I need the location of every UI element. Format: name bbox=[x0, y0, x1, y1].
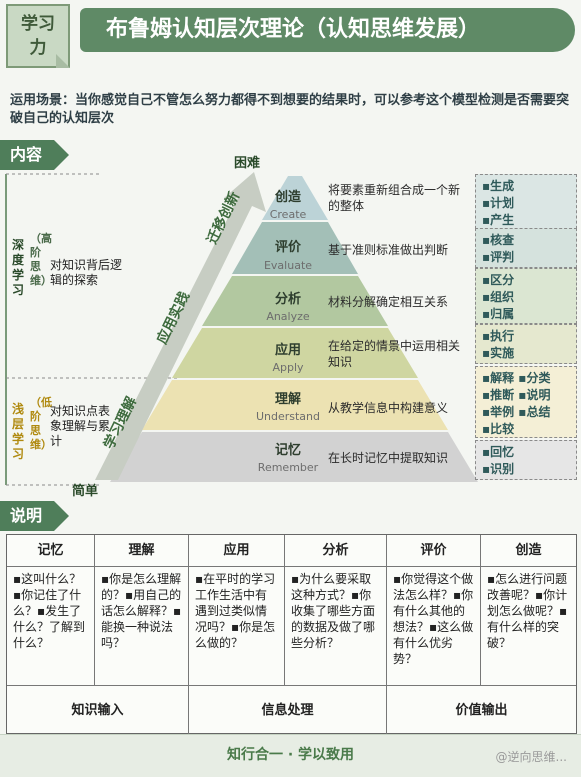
column-header: 理解 bbox=[95, 535, 188, 567]
intro-text: 运用场景：当你感觉自己不管怎么努力都得不到想要的结果时，可以参考这个模型检测是否… bbox=[10, 93, 570, 126]
column-body: ▪为什么要采取这种方式？▪你收集了哪些方面的数据及做了哪些分析？ bbox=[291, 572, 376, 650]
level-desc-analyze: 材料分解确定相互关系 bbox=[328, 295, 449, 309]
level-name-analyze: 分析 bbox=[274, 292, 301, 307]
verb: ▪实施 bbox=[482, 346, 515, 360]
level-name-evaluate: 评价 bbox=[274, 240, 301, 255]
level-desc-apply: 在给定的情景中运用相关知识 bbox=[328, 339, 461, 369]
column-body: ▪你是怎么理解的？▪用自己的话怎么解释？▪能换一种说法吗？ bbox=[101, 572, 182, 650]
verb: ▪回忆 bbox=[482, 445, 515, 459]
difficulty-easy-label: 简单 bbox=[72, 484, 99, 499]
footer-slogan: 知行合一 · 学以致用 bbox=[0, 734, 581, 777]
table-column-evaluate: 评价 ▪你觉得这个做法怎么样？▪你有什么其他的想法？▪这么做有什么优劣势？ bbox=[387, 535, 481, 685]
shallow-learning-title: 浅层学习 bbox=[12, 402, 25, 461]
table-column-analyze: 分析 ▪为什么要采取这种方式？▪你收集了哪些方面的数据及做了哪些分析？ bbox=[285, 535, 387, 685]
verb-box-remember: ▪回忆 ▪识别 bbox=[475, 440, 577, 480]
verb: ▪举例 ▪总结 bbox=[482, 405, 551, 419]
page-title: 布鲁姆认知层次理论（认知思维发展） bbox=[80, 8, 575, 52]
badge-line1: 学习 bbox=[21, 14, 55, 34]
verb-box-evaluate: ▪核查 ▪评判 bbox=[475, 228, 577, 268]
verb-box-create: ▪生成 ▪计划 ▪产生 bbox=[475, 174, 577, 234]
verb: ▪核查 bbox=[482, 233, 515, 247]
column-header: 分析 bbox=[285, 535, 386, 567]
verb-box-analyze: ▪区分 ▪组织 ▪归属 bbox=[475, 268, 577, 324]
verb: ▪区分 bbox=[482, 273, 515, 287]
verb: ▪执行 bbox=[482, 329, 515, 343]
table-column-create: 创造 ▪怎么进行问题改善呢？▪你计划怎么做呢？▪有什么样的突破？ bbox=[481, 535, 576, 685]
verb: ▪组织 bbox=[482, 290, 515, 304]
verb: ▪生成 bbox=[482, 179, 515, 193]
table-column-understand: 理解 ▪你是怎么理解的？▪用自己的话怎么解释？▪能换一种说法吗？ bbox=[95, 535, 189, 685]
verb: ▪评判 bbox=[482, 250, 515, 264]
information-processing-cell: 信息处理 bbox=[189, 686, 387, 736]
level-desc-create: 将要素重新组合成一个新的整体 bbox=[328, 183, 461, 213]
level-desc-evaluate: 基于准则标准做出判断 bbox=[328, 243, 449, 257]
column-body: ▪怎么进行问题改善呢？▪你计划怎么做呢？▪有什么样的突破？ bbox=[487, 572, 568, 650]
verb: ▪比较 bbox=[482, 422, 515, 436]
level-name-understand: 理解 bbox=[274, 392, 301, 407]
level-en-apply: Apply bbox=[272, 361, 304, 374]
table-bottom-row: 知识输入 信息处理 价值输出 bbox=[7, 685, 576, 736]
deep-learning-title: 深度学习 bbox=[12, 238, 25, 297]
deep-learning-desc: 对知识背后逻辑的探索 bbox=[50, 258, 123, 287]
verb-box-apply: ▪执行 ▪实施 bbox=[475, 324, 577, 364]
column-body: ▪在平时的学习工作生活中有遇到过类似情况吗？▪你是怎么做的？ bbox=[195, 572, 276, 650]
level-desc-remember: 在长时记忆中提取知识 bbox=[328, 451, 449, 465]
knowledge-input-cell: 知识输入 bbox=[7, 686, 189, 736]
deep-learning-sub: （高阶思维） bbox=[30, 232, 52, 287]
table-column-apply: 应用 ▪在平时的学习工作生活中有遇到过类似情况吗？▪你是怎么做的？ bbox=[189, 535, 285, 685]
watermark: @逆向思维... bbox=[495, 750, 567, 764]
level-en-analyze: Analyze bbox=[266, 310, 310, 323]
shallow-learning-desc: 对知识点表象理解与累计 bbox=[50, 404, 111, 448]
table-column-remember: 记忆 ▪这叫什么？▪你记住了什么？▪发生了什么？了解到什么？ bbox=[7, 535, 95, 685]
verb: ▪归属 bbox=[482, 307, 515, 321]
shallow-learning-sub: （低阶思维） bbox=[30, 396, 52, 451]
level-en-create: Create bbox=[269, 208, 307, 221]
column-header: 创造 bbox=[481, 535, 576, 567]
difficulty-hard-label: 困难 bbox=[234, 156, 261, 171]
verb-box-understand: ▪解释 ▪分类 ▪推断 ▪说明 ▪举例 ▪总结 ▪比较 bbox=[475, 366, 577, 438]
level-en-evaluate: Evaluate bbox=[263, 259, 313, 272]
verb: ▪推断 ▪说明 bbox=[482, 388, 551, 402]
column-header: 记忆 bbox=[7, 535, 94, 567]
value-output-cell: 价值输出 bbox=[455, 703, 508, 718]
level-name-create: 创造 bbox=[274, 190, 301, 205]
column-header: 评价 bbox=[387, 535, 480, 567]
level-en-understand: Understand bbox=[255, 410, 321, 423]
column-header: 应用 bbox=[189, 535, 284, 567]
level-name-remember: 记忆 bbox=[274, 443, 301, 458]
verb: ▪解释 ▪分类 bbox=[482, 371, 551, 385]
column-body: ▪你觉得这个做法怎么样？▪你有什么其他的想法？▪这么做有什么优劣势？ bbox=[393, 572, 474, 666]
level-en-remember: Remember bbox=[257, 461, 319, 474]
level-name-apply: 应用 bbox=[274, 343, 301, 358]
verb: ▪计划 bbox=[482, 196, 515, 210]
verb: ▪识别 bbox=[482, 462, 515, 476]
verb: ▪产生 bbox=[482, 213, 515, 227]
page-fold-icon bbox=[56, 54, 70, 68]
logo-badge: 学习 力 bbox=[6, 4, 70, 68]
explanation-table: 记忆 ▪这叫什么？▪你记住了什么？▪发生了什么？了解到什么？ 理解 ▪你是怎么理… bbox=[6, 534, 577, 736]
section-tag-explain: 说明 bbox=[0, 501, 69, 531]
level-desc-understand: 从教学信息中构建意义 bbox=[328, 401, 449, 415]
column-body: ▪这叫什么？▪你记住了什么？▪发生了什么？了解到什么？ bbox=[13, 572, 86, 650]
